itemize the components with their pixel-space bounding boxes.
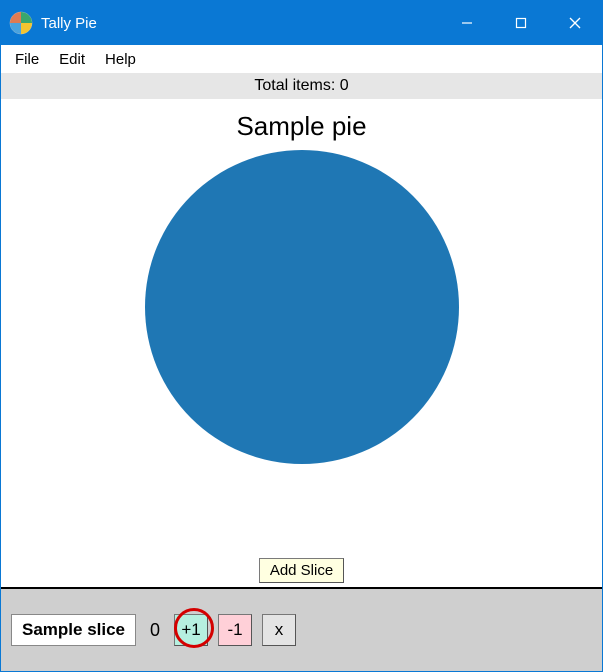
close-button[interactable] xyxy=(548,1,602,45)
app-title: Tally Pie xyxy=(41,15,97,32)
delete-slice-button[interactable]: x xyxy=(262,614,296,646)
pie-chart[interactable] xyxy=(145,150,459,464)
slice-name-field[interactable]: Sample slice xyxy=(11,614,136,646)
total-items-strip: Total items: 0 xyxy=(1,73,602,99)
menu-help[interactable]: Help xyxy=(95,49,146,70)
maximize-button[interactable] xyxy=(494,1,548,45)
add-slice-row: Add Slice xyxy=(1,553,602,587)
decrement-button[interactable]: -1 xyxy=(218,614,252,646)
increment-button[interactable]: +1 xyxy=(174,614,208,646)
menu-file[interactable]: File xyxy=(5,49,49,70)
total-items-label: Total items: 0 xyxy=(254,77,348,94)
app-window: Tally Pie File Edit Help Total items: 0 … xyxy=(0,0,603,672)
slice-count: 0 xyxy=(146,620,164,641)
menu-edit[interactable]: Edit xyxy=(49,49,95,70)
add-slice-button[interactable]: Add Slice xyxy=(259,558,344,583)
menu-bar: File Edit Help xyxy=(1,45,602,73)
chart-area: Sample pie xyxy=(1,99,602,553)
slice-panel: Sample slice 0 +1 -1 x xyxy=(1,587,602,671)
title-bar: Tally Pie xyxy=(1,1,602,45)
slice-controls: 0 +1 -1 x xyxy=(146,614,296,646)
chart-title: Sample pie xyxy=(236,111,366,142)
minimize-button[interactable] xyxy=(440,1,494,45)
app-icon xyxy=(9,11,33,35)
